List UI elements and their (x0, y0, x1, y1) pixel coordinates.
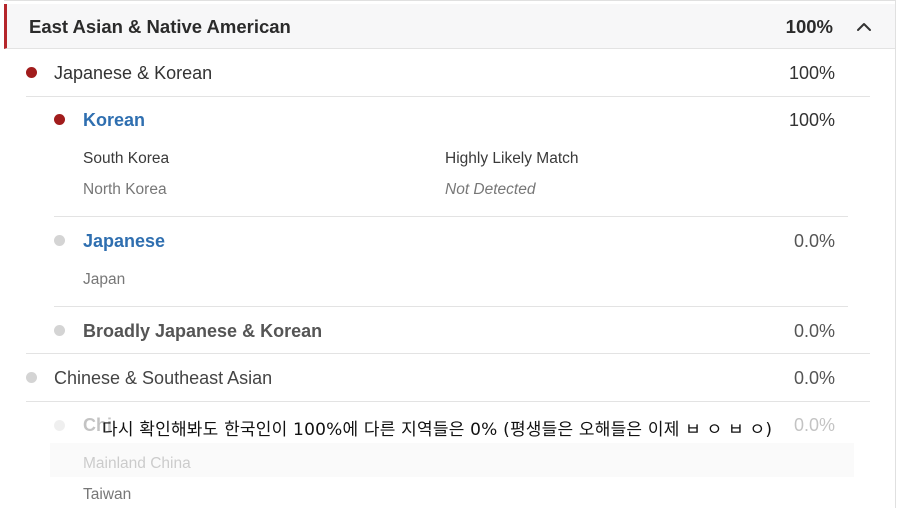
divider (26, 96, 870, 97)
region-title: East Asian & Native American (29, 16, 291, 37)
subgroup-percent: 0.0% (793, 321, 835, 341)
subgroup-percent: 0.0% (793, 415, 835, 435)
subgroup-link-japanese[interactable]: Japanese (83, 231, 165, 252)
caption-overlay: 다시 확인해봐도 한국인이 100%에 다른 지역들은 0% (평생들은 오해들… (102, 420, 773, 440)
bullet-dot (54, 114, 65, 125)
region-percent: 100% (785, 16, 833, 37)
region-name: Mainland China (83, 455, 191, 472)
divider (26, 353, 870, 354)
bullet-dot (54, 325, 65, 336)
divider (54, 216, 848, 217)
region-status: Not Detected (445, 181, 536, 198)
region-name: Taiwan (83, 486, 132, 503)
ancestry-panel: East Asian & Native American 100% Japane… (4, 0, 896, 508)
group-label: Japanese & Korean (54, 63, 213, 83)
group-percent: 0.0% (793, 368, 835, 388)
chevron-up-icon[interactable] (855, 18, 873, 36)
region-header[interactable]: East Asian & Native American 100% (4, 4, 895, 49)
bullet-dot (26, 372, 37, 383)
bullet-dot (26, 67, 37, 78)
subgroup-link-korean[interactable]: Korean (83, 110, 145, 131)
bullet-dot (54, 420, 65, 431)
subgroup-percent: 0.0% (793, 231, 835, 251)
group-label: Chinese & Southeast Asian (54, 368, 273, 388)
region-name: Japan (83, 271, 126, 288)
region-name: South Korea (83, 150, 170, 167)
region-name: North Korea (83, 181, 167, 198)
divider (54, 306, 848, 307)
subgroup-percent: 100% (788, 110, 835, 130)
bullet-dot (54, 235, 65, 246)
subgroup-label: Broadly Japanese & Korean (83, 321, 323, 341)
divider (26, 401, 870, 402)
region-status: Highly Likely Match (445, 150, 579, 167)
group-percent: 100% (788, 63, 835, 83)
